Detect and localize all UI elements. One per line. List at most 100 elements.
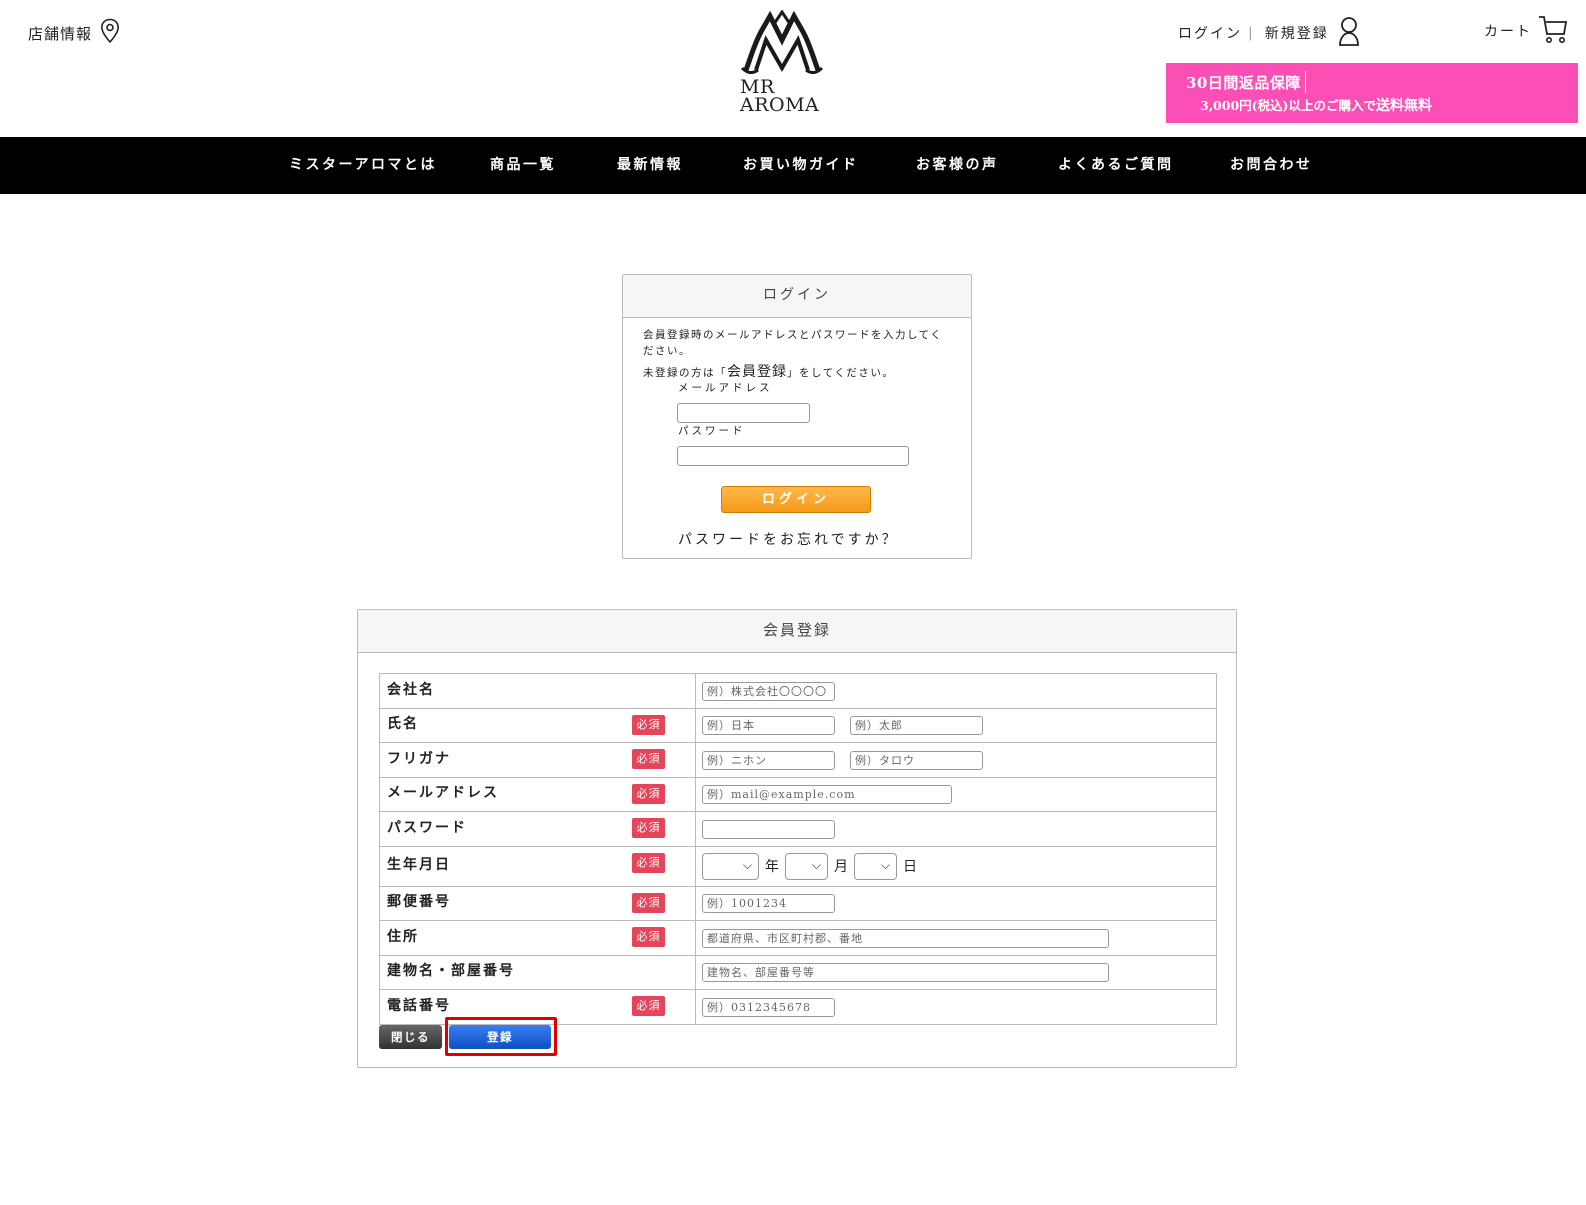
- nav-item-faq[interactable]: よくあるご質問: [1058, 154, 1174, 174]
- email-label-cell: メールアドレス 必須: [379, 776, 696, 812]
- chevron-down-icon: ⌵: [742, 857, 752, 872]
- form-row-address: 住所 必須 都道府県、市区町村郡、番地: [379, 920, 1217, 956]
- login-register-note: 未登録の方は「会員登録」をしてください。: [643, 361, 894, 381]
- name-value-cell: 例）日本 例）太郎: [695, 707, 1217, 743]
- cart-icon: [1538, 14, 1568, 48]
- promo-shipping-condition: 3,000円(税込)以上のご購入で: [1200, 98, 1376, 113]
- phone-value-cell: 例）0312345678: [695, 989, 1217, 1025]
- close-button[interactable]: 閉じる: [379, 1025, 442, 1049]
- store-info-label: 店舗情報: [28, 24, 93, 43]
- nav-item-about[interactable]: ミスターアロマとは: [289, 154, 437, 174]
- account-links: ログイン | 新規登録: [1178, 16, 1361, 50]
- promo-return-guarantee: 30日間返品保障: [1186, 74, 1301, 92]
- cart-label: カート: [1484, 24, 1532, 40]
- forgot-password-link[interactable]: パスワードをお忘れですか？: [678, 529, 899, 549]
- phone-input[interactable]: 例）0312345678: [702, 997, 835, 1017]
- first-name-kana-input[interactable]: 例）タロウ: [850, 750, 983, 770]
- password-input[interactable]: [702, 819, 835, 839]
- birthday-label-cell: 生年月日 必須: [379, 845, 696, 887]
- building-input[interactable]: 建物名、部屋番号等: [702, 963, 1109, 983]
- address-input[interactable]: 都道府県、市区町村郡、番地: [702, 928, 1109, 948]
- company-input[interactable]: 例）株式会社〇〇〇〇: [702, 681, 835, 701]
- store-info-link[interactable]: 店舗情報: [28, 18, 120, 48]
- month-unit: 月: [834, 859, 848, 875]
- logo-mark-icon: [740, 9, 824, 75]
- address-label: 住所: [387, 928, 419, 945]
- zip-value-cell: 例）1001234: [695, 885, 1217, 921]
- nav-item-news[interactable]: 最新情報: [617, 154, 683, 174]
- user-icon[interactable]: [1337, 16, 1361, 50]
- building-label: 建物名・部屋番号: [387, 963, 515, 980]
- password-label: パスワード: [387, 819, 467, 836]
- last-name-kana-input[interactable]: 例）ニホン: [702, 750, 835, 770]
- kana-label: フリガナ: [387, 750, 451, 767]
- email-label: メールアドレス: [387, 785, 499, 802]
- last-name-input[interactable]: 例）日本: [702, 716, 835, 736]
- birth-year-select[interactable]: ⌵: [702, 852, 759, 880]
- zip-input[interactable]: 例）1001234: [702, 894, 835, 914]
- required-badge: 必須: [632, 852, 665, 873]
- required-badge: 必須: [632, 996, 665, 1016]
- login-link[interactable]: ログイン: [1178, 23, 1242, 43]
- required-badge: 必須: [632, 818, 665, 838]
- email-input[interactable]: 例）mail@example.com: [702, 785, 952, 805]
- first-name-input[interactable]: 例）太郎: [850, 716, 983, 736]
- password-value-cell: [695, 811, 1217, 847]
- map-pin-icon: [100, 18, 120, 48]
- promo-shipping-highlight: 送料無料: [1375, 98, 1432, 114]
- form-row-zip: 郵便番号 必須 例）1001234: [379, 885, 1217, 921]
- address-label-cell: 住所 必須: [379, 920, 696, 956]
- register-panel: 会員登録 会社名 例）株式会社〇〇〇〇 氏名 必須 例）日本 例）太郎 フリガナ 必須…: [357, 609, 1237, 1068]
- form-row-company: 会社名 例）株式会社〇〇〇〇: [379, 673, 1217, 709]
- phone-label-cell: 電話番号 必須: [379, 989, 696, 1025]
- main-nav: ミスターアロマとは 商品一覧 最新情報 お買い物ガイド お客様の声 よくあるご質…: [0, 137, 1586, 194]
- year-unit: 年: [765, 859, 779, 875]
- required-badge: 必須: [632, 927, 665, 947]
- birthday-value-cell: ⌵ 年 ⌵ 月 ⌵ 日: [695, 845, 1217, 887]
- password-label-cell: パスワード 必須: [379, 811, 696, 847]
- promo-banner[interactable]: 30日間返品保障 3,000円(税込)以上のご購入で送料無料: [1166, 63, 1578, 123]
- name-label-cell: 氏名 必須: [379, 707, 696, 743]
- site-logo[interactable]: MR AROMA: [736, 9, 828, 120]
- kana-value-cell: 例）ニホン 例）タロウ: [695, 742, 1217, 778]
- login-password-input[interactable]: [677, 446, 909, 466]
- login-panel-title: ログイン: [623, 275, 971, 318]
- login-note-prefix: 未登録の方は「: [643, 367, 727, 379]
- nav-item-shopping-guide[interactable]: お買い物ガイド: [743, 154, 859, 174]
- company-label-cell: 会社名: [379, 673, 696, 709]
- nav-item-contact[interactable]: お問合わせ: [1230, 154, 1313, 174]
- name-label: 氏名: [387, 716, 419, 733]
- login-description: 会員登録時のメールアドレスとパスワードを入力してください。: [643, 329, 943, 357]
- login-email-input[interactable]: [677, 403, 810, 423]
- chevron-down-icon: ⌵: [811, 857, 821, 872]
- required-badge: 必須: [632, 783, 665, 804]
- birth-day-select[interactable]: ⌵: [854, 852, 897, 880]
- required-badge: 必須: [632, 714, 665, 735]
- nav-item-reviews[interactable]: お客様の声: [916, 154, 999, 174]
- register-link[interactable]: 新規登録: [1265, 23, 1329, 43]
- chevron-down-icon: ⌵: [880, 857, 890, 872]
- nav-item-products[interactable]: 商品一覧: [490, 154, 556, 174]
- register-form-table: 会社名 例）株式会社〇〇〇〇 氏名 必須 例）日本 例）太郎 フリガナ 必須 例）ニホ…: [379, 673, 1217, 1025]
- zip-label: 郵便番号: [387, 894, 451, 911]
- site-header: 店舗情報 MR AROMA ログイン | 新規登録 カート 30日間返品保障 3…: [0, 0, 1586, 137]
- zip-label-cell: 郵便番号 必須: [379, 885, 696, 921]
- register-submit-button[interactable]: 登録: [449, 1025, 551, 1049]
- promo-divider: [1305, 71, 1306, 93]
- birthday-label: 生年月日: [387, 857, 451, 873]
- register-panel-title: 会員登録: [358, 610, 1236, 653]
- form-row-building: 建物名・部屋番号 建物名、部屋番号等: [379, 954, 1217, 990]
- form-row-birthday: 生年月日 必須 ⌵ 年 ⌵ 月 ⌵ 日: [379, 845, 1217, 887]
- login-panel: ログイン 会員登録時のメールアドレスとパスワードを入力してください。 未登録の方…: [622, 274, 972, 559]
- birth-month-select[interactable]: ⌵: [785, 852, 828, 880]
- cart-link[interactable]: カート: [1484, 14, 1568, 48]
- login-button[interactable]: ログイン: [721, 486, 871, 513]
- login-note-register-link[interactable]: 会員登録: [727, 364, 787, 380]
- day-unit: 日: [903, 859, 917, 875]
- company-label: 会社名: [387, 681, 435, 698]
- required-badge: 必須: [632, 892, 665, 913]
- form-row-kana: フリガナ 必須 例）ニホン 例）タロウ: [379, 742, 1217, 778]
- login-note-suffix: 」をしてください。: [787, 367, 895, 379]
- form-row-password: パスワード 必須: [379, 811, 1217, 847]
- form-row-name: 氏名 必須 例）日本 例）太郎: [379, 707, 1217, 743]
